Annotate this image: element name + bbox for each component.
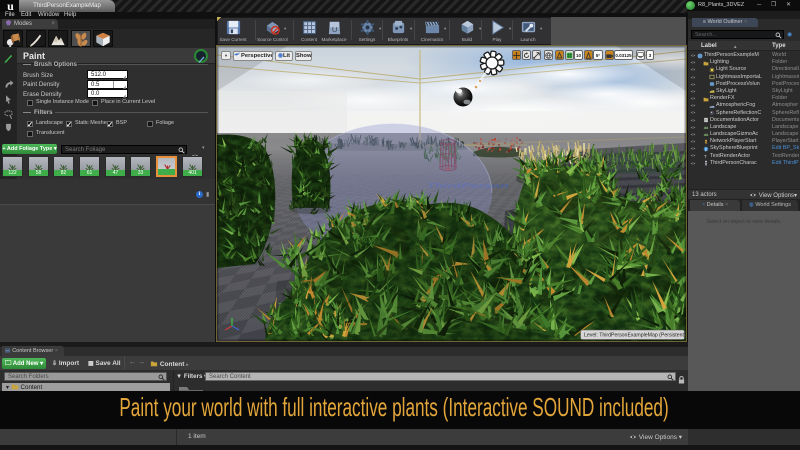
svg-text:β: β [705,146,707,151]
svg-text:T: T [704,154,707,159]
svg-text:U: U [331,25,336,34]
svg-text:Level: ThirdPersonExampleMap: Level: ThirdPersonExampleMap (Persistent… [584,333,686,339]
